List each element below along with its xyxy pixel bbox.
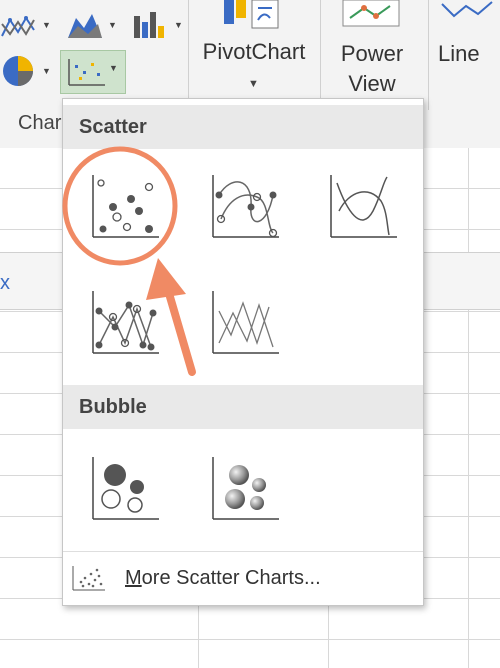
statistic-chart-icon: [134, 12, 164, 38]
bubble-icon: [92, 457, 159, 520]
scatter-smooth-lines-markers-option[interactable]: [207, 171, 283, 243]
chevron-down-icon: ▼: [108, 20, 117, 30]
pie-chart-button[interactable]: ▼: [0, 54, 52, 90]
scatter-chart-button[interactable]: ▼: [60, 50, 126, 94]
ribbon-separator: [320, 0, 321, 110]
scatter-smooth-lines-icon: [330, 175, 397, 238]
power-view-label-line1: Power: [340, 41, 404, 66]
scatter-chart-icon: [68, 59, 105, 86]
row-strip-glyph: x: [0, 272, 10, 294]
more-scatter-charts-item[interactable]: More Scatter Charts...: [63, 551, 423, 606]
scatter-markers-option[interactable]: [87, 171, 163, 243]
scatter-smooth-lines-option[interactable]: [325, 171, 401, 243]
more-scatter-charts-label: More Scatter Charts...: [125, 567, 321, 590]
chevron-down-icon: ▼: [109, 63, 118, 73]
scatter-straight-lines-markers-icon: [92, 291, 159, 354]
line-sparkline-icon: [441, 1, 493, 18]
chevron-down-icon: ▼: [174, 20, 183, 30]
scatter-straight-lines-option[interactable]: [207, 287, 283, 359]
line-chart-icon: [1, 16, 35, 37]
scatter-section-header: Scatter: [63, 105, 423, 149]
line-sparkline-label: Line: [438, 41, 480, 66]
line-chart-button[interactable]: ▼: [0, 10, 52, 46]
power-view-label-line2: View: [348, 71, 396, 96]
power-view-button[interactable]: Power View: [324, 0, 420, 100]
bubble-section-header: Bubble: [63, 385, 423, 429]
pivotchart-label: PivotChart: [202, 39, 306, 64]
ribbon-separator: [428, 0, 429, 110]
bubble-option[interactable]: [87, 453, 163, 525]
scatter-markers-icon: [92, 175, 159, 238]
chevron-down-icon: ▼: [248, 78, 259, 90]
more-scatter-charts-accesskey: M: [125, 567, 142, 589]
pivotchart-icon: [224, 0, 279, 29]
statistic-chart-button[interactable]: ▼: [130, 8, 186, 44]
charts-group-label: Char: [18, 112, 62, 134]
scatter-more-icon: [72, 566, 105, 591]
scatter-straight-lines-markers-option[interactable]: [87, 287, 163, 359]
scatter-smooth-lines-markers-icon: [212, 175, 279, 238]
chevron-down-icon: ▼: [42, 66, 51, 76]
chevron-down-icon: ▼: [42, 20, 51, 30]
area-chart-icon: [68, 14, 102, 38]
bubble-3d-icon: [212, 457, 279, 520]
scatter-straight-lines-icon: [212, 291, 279, 354]
power-view-icon: [342, 0, 400, 27]
column-gridline: [468, 148, 469, 668]
pie-chart-icon: [3, 56, 33, 86]
more-scatter-charts-text: ore Scatter Charts...: [141, 567, 321, 589]
line-sparkline-button[interactable]: Line: [432, 0, 500, 100]
area-chart-button[interactable]: ▼: [66, 8, 118, 44]
scatter-chart-dropdown: Scatter Bubble More Scatter Charts...: [62, 98, 424, 606]
pivotchart-button[interactable]: PivotChart ▼: [192, 0, 316, 110]
bubble-3d-option[interactable]: [207, 453, 283, 525]
